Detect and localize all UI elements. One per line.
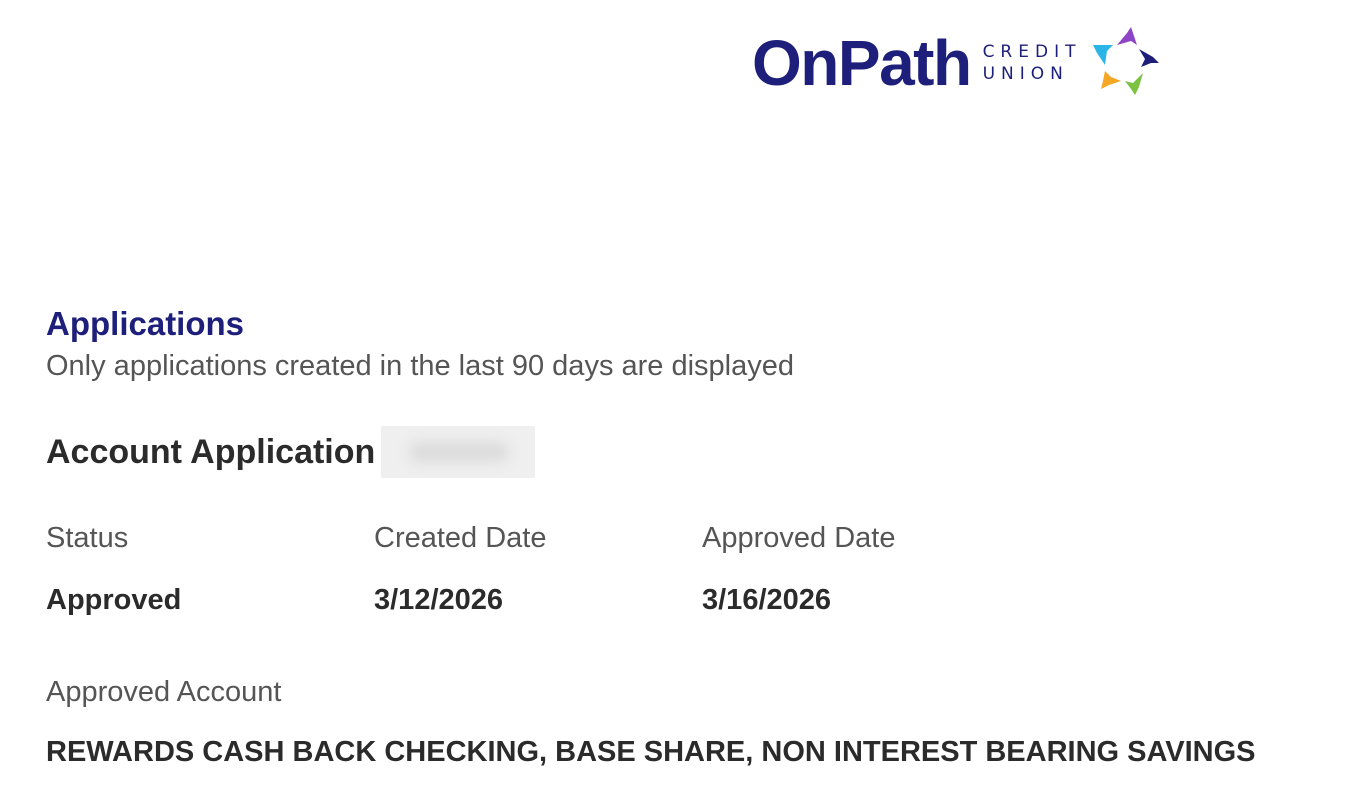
page-title: Applications — [46, 305, 245, 342]
application-title: Account Application — [46, 433, 376, 471]
approved-account-label: Approved Account — [46, 676, 282, 708]
status-label: Status — [46, 522, 129, 554]
logo-subtitle: CREDIT UNION — [983, 41, 1082, 85]
applications-note: Only applications created in the last 90… — [46, 350, 794, 382]
page: OnPath CREDIT UNION Applications Only ap… — [0, 0, 1362, 800]
logo-wordmark: OnPath — [752, 27, 972, 99]
approved-account-field: Approved Account REWARDS CASH BACK CHECK… — [46, 672, 1256, 772]
application-header: Account Application — [46, 426, 536, 478]
created-date-value: 3/12/2026 — [374, 584, 504, 616]
onpath-logo: OnPath CREDIT UNION — [752, 22, 1167, 104]
applications-section: Applications Only applications created i… — [46, 302, 1316, 768]
created-date-label: Created Date — [374, 522, 547, 554]
logo-subtitle-line1: CREDIT — [982, 42, 1082, 62]
approved-account-value: REWARDS CASH BACK CHECKING, BASE SHARE, … — [46, 736, 1256, 768]
approved-date-value: 3/16/2026 — [702, 584, 832, 616]
logo-arrows-icon — [1093, 27, 1160, 95]
application-fields: Status Approved Created Date 3/12/2026 A… — [46, 518, 1030, 620]
logo-subtitle-line2: UNION — [982, 64, 1069, 84]
status-field: Status Approved — [46, 518, 374, 620]
status-value: Approved — [46, 584, 182, 616]
approved-date-label: Approved Date — [702, 522, 896, 554]
created-date-field: Created Date 3/12/2026 — [374, 518, 702, 620]
redacted-application-id — [381, 426, 536, 478]
approved-date-field: Approved Date 3/16/2026 — [702, 518, 1030, 620]
